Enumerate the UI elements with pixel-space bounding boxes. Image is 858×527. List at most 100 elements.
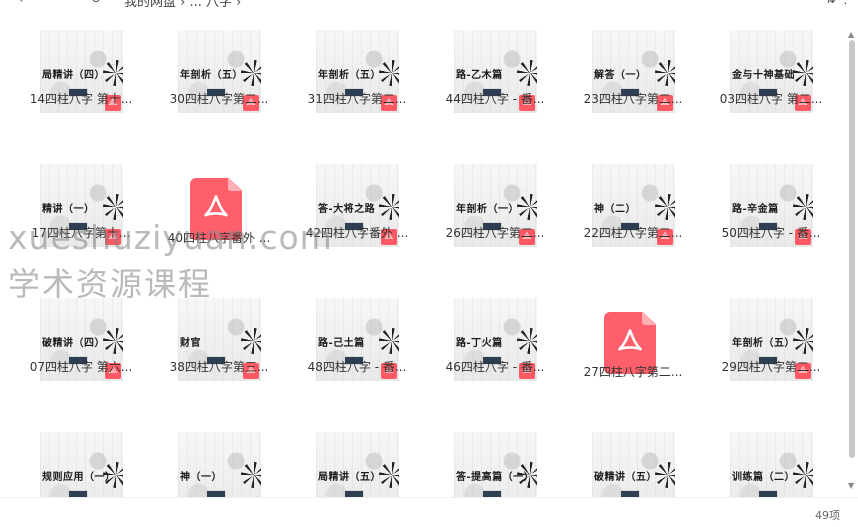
bagua-icon (379, 328, 399, 354)
thumbnail-title: 神（二） (594, 204, 636, 215)
bagua-icon (793, 462, 813, 488)
file-name: 17四柱八字第十... (31, 226, 131, 240)
bagua-icon (103, 462, 123, 488)
file-item[interactable]: 40四柱八字番外 ... (150, 134, 288, 264)
bagua-icon (103, 194, 123, 220)
file-item[interactable]: 局精讲（五）⟁ (288, 402, 426, 497)
thumbnail-title: 神（一） (180, 472, 222, 483)
file-name: 44四柱八字 - 番... (445, 92, 545, 106)
file-thumbnail: 规则应用（一）⟁ (40, 432, 123, 497)
item-count: 49项 (815, 509, 840, 522)
thumbnail-title: 金与十神基础 (732, 70, 795, 81)
thumbnail-title: 路-乙木篇 (456, 70, 503, 81)
bagua-icon (793, 60, 813, 86)
file-item[interactable]: 路-己土篇 ⟁ 48四柱八字 - 番... (288, 268, 426, 398)
thumbnail-seal (206, 490, 226, 497)
thumbnail-title: 破精讲（五） (594, 472, 657, 483)
file-name: 03四柱八字 第二... (719, 92, 823, 106)
file-item[interactable]: 财官 ⟁ 38四柱八字第三... (150, 268, 288, 398)
scrollbar-thumb[interactable] (849, 40, 855, 458)
file-name: 23四柱八字第二... (583, 92, 683, 106)
status-bar: 49项 (0, 497, 858, 527)
thumbnail-seal (482, 490, 502, 497)
bagua-icon (793, 328, 813, 354)
file-item[interactable]: 答-大将之路 ⟁ 42四柱八字番外 ... (288, 134, 426, 264)
bagua-icon (793, 194, 813, 220)
file-item[interactable]: 精讲（一） ⟁ 17四柱八字第十... (12, 134, 150, 264)
file-name: 26四柱八字第二... (445, 226, 545, 240)
thumbnail-title: 精讲（一） (42, 204, 95, 215)
file-thumbnail: 局精讲（五）⟁ (316, 432, 399, 497)
file-item[interactable]: 年剖析（五） ⟁ 29四柱八字第二... (702, 268, 840, 398)
file-grid: 局精讲（四） ⟁ 14四柱八字 第十... 年剖析（五） ⟁ 30四柱八字第二... 年剖析… (0, 0, 846, 497)
bagua-icon (517, 60, 537, 86)
thumbnail-seal (620, 490, 640, 497)
file-name: 50四柱八字 - 番... (721, 226, 821, 240)
bagua-icon (655, 462, 675, 488)
file-thumbnail: 答-提高篇（一）⟁ (454, 432, 537, 497)
thumbnail-title: 破精讲（四） (42, 338, 105, 349)
file-item[interactable]: 局精讲（四） ⟁ 14四柱八字 第十... (12, 0, 150, 130)
file-item[interactable]: 神（一）⟁ (150, 402, 288, 497)
file-item[interactable]: 规则应用（一）⟁ (12, 402, 150, 497)
bagua-icon (655, 194, 675, 220)
file-item[interactable]: 破精讲（五）⟁ (564, 402, 702, 497)
thumbnail-title: 年剖析（一） (456, 204, 519, 215)
thumbnail-title: 财官 (180, 338, 201, 349)
thumbnail-title: 年剖析（五） (732, 338, 795, 349)
thumbnail-title: 答-大将之路 (318, 204, 376, 215)
bagua-icon (517, 194, 537, 220)
file-name: 14四柱八字 第十... (29, 92, 133, 106)
file-item[interactable]: 年剖析（五） ⟁ 30四柱八字第二... (150, 0, 288, 130)
file-item[interactable]: 训练篇（二）⟁ (702, 402, 840, 497)
file-name: 30四柱八字第二... (169, 92, 269, 106)
file-item[interactable]: 破精讲（四） ⟁ 07四柱八字 第六... (12, 268, 150, 398)
bagua-icon (103, 328, 123, 354)
file-item[interactable]: 路-丁火篇 ⟁ 46四柱八字 - 番... (426, 268, 564, 398)
file-item[interactable]: 金与十神基础 ⟁ 03四柱八字 第二... (702, 0, 840, 130)
file-thumbnail: 神（一）⟁ (178, 432, 261, 497)
file-item[interactable]: 路-乙木篇 ⟁ 44四柱八字 - 番... (426, 0, 564, 130)
bagua-icon (379, 194, 399, 220)
thumbnail-seal (758, 490, 778, 497)
bagua-icon (655, 60, 675, 86)
file-item[interactable]: 解答（一） ⟁ 23四柱八字第二... (564, 0, 702, 130)
thumbnail-title: 局精讲（四） (42, 70, 105, 81)
bagua-icon (379, 60, 399, 86)
scroll-up-icon[interactable]: ▲ (848, 30, 854, 39)
bagua-icon (517, 462, 537, 488)
thumbnail-title: 年剖析（五） (180, 70, 243, 81)
thumbnail-title: 局精讲（五） (318, 472, 381, 483)
thumbnail-title: 解答（一） (594, 70, 647, 81)
file-item[interactable]: 路-辛金篇 ⟁ 50四柱八字 - 番... (702, 134, 840, 264)
file-name: 29四柱八字第二... (721, 360, 821, 374)
thumbnail-title: 训练篇（二） (732, 472, 795, 483)
file-name: 46四柱八字 - 番... (445, 360, 545, 374)
file-name: 31四柱八字第二... (307, 92, 407, 106)
file-name: 07四柱八字 第六... (29, 360, 133, 374)
thumbnail-title: 路-辛金篇 (732, 204, 779, 215)
thumbnail-seal (68, 490, 88, 497)
thumbnail-title: 路-己土篇 (318, 338, 365, 349)
file-name: 48四柱八字 - 番... (307, 360, 407, 374)
thumbnail-seal (344, 490, 364, 497)
file-item[interactable]: 答-提高篇（一）⟁ (426, 402, 564, 497)
file-item[interactable]: 年剖析（一） ⟁ 26四柱八字第二... (426, 134, 564, 264)
vertical-scrollbar[interactable]: ▲ ▼ (846, 30, 858, 490)
scroll-down-icon[interactable]: ▼ (848, 481, 854, 490)
thumbnail-title: 年剖析（五） (318, 70, 381, 81)
bagua-icon (379, 462, 399, 488)
bagua-icon (241, 328, 261, 354)
thumbnail-title: 路-丁火篇 (456, 338, 503, 349)
file-name: 38四柱八字第三... (169, 360, 269, 374)
bagua-icon (241, 462, 261, 488)
file-item[interactable]: 27四柱八字第二... (564, 268, 702, 398)
file-thumbnail: 训练篇（二）⟁ (730, 432, 813, 497)
file-thumbnail: 破精讲（五）⟁ (592, 432, 675, 497)
file-item[interactable]: 神（二） ⟁ 22四柱八字第二... (564, 134, 702, 264)
file-item[interactable]: 年剖析（五） ⟁ 31四柱八字第二... (288, 0, 426, 130)
file-name: 22四柱八字第二... (583, 226, 683, 240)
file-name: 27四柱八字第二... (583, 365, 683, 379)
file-name: 42四柱八字番外 ... (305, 226, 409, 240)
bagua-icon (241, 60, 261, 86)
